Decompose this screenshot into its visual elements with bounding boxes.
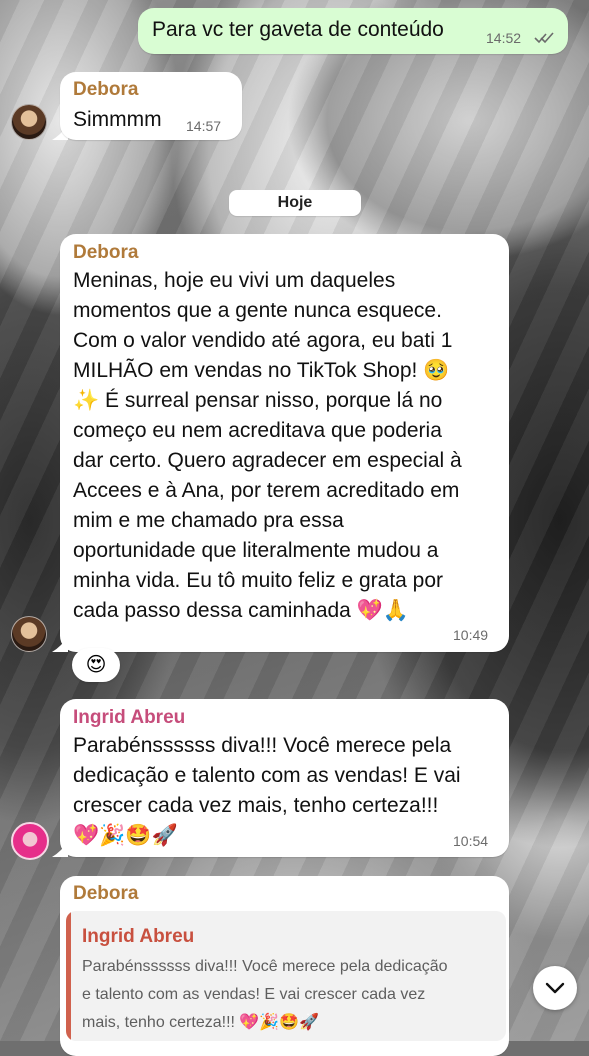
double-check-icon [534, 32, 554, 44]
message-line: crescer cada vez mais, tenho certeza!!! [73, 794, 439, 817]
message-line: Com o valor vendido até agora, eu bati 1 [73, 329, 453, 352]
message-text: Meninas, hoje eu vivi um daqueles moment… [73, 266, 503, 626]
sender-name[interactable]: Debora [73, 883, 138, 905]
message-line: Meninas, hoje eu vivi um daqueles [73, 269, 396, 292]
message-line: dedicação e talento com as vendas! E vai [73, 764, 461, 787]
message-line: MILHÃO em vendas no TikTok Shop! 🥹 [73, 359, 450, 382]
quote-text: Parabénssssss diva!!! Você merece pela d… [82, 953, 502, 1037]
ingrid-message[interactable]: Ingrid Abreu Parabénssssss diva!!! Você … [60, 699, 509, 857]
quote-line: e talento com as vendas! E vai crescer c… [82, 986, 426, 1003]
quote-accent-bar [66, 911, 71, 1041]
message-time: 10:49 [453, 627, 489, 643]
message-text: Para vc ter gaveta de conteúdo [152, 18, 444, 41]
message-line: minha vida. Eu tô muito feliz e grata po… [73, 569, 444, 592]
scroll-to-bottom-button[interactable] [533, 966, 577, 1010]
avatar-ingrid[interactable] [11, 822, 49, 860]
avatar-debora[interactable] [11, 104, 47, 140]
message-line: mim e me chamado pra essa [73, 509, 344, 532]
sender-name[interactable]: Debora [73, 79, 138, 101]
message-line: oportunidade que literalmente mudou a [73, 539, 439, 562]
reaction-badge[interactable]: 😍 [72, 648, 120, 682]
message-line: começo eu nem acreditava que poderia [73, 419, 442, 442]
message-text: Simmmm [73, 108, 162, 131]
message-line: cada passo dessa caminhada 💖🙏 [73, 599, 409, 622]
message-time: 10:54 [453, 833, 489, 849]
date-separator: Hoje [229, 190, 361, 216]
message-line: Accees e à Ana, por terem acreditado em [73, 479, 460, 502]
bubble-tail [52, 841, 68, 857]
bubble-tail [52, 636, 68, 652]
message-time: 14:57 [186, 118, 222, 134]
message-line: momentos que a gente nunca esquece. [73, 299, 442, 322]
quote-line: Parabénssssss diva!!! Você merece pela d… [82, 958, 448, 975]
sender-name[interactable]: Ingrid Abreu [73, 707, 185, 729]
message-time: 14:52 [486, 30, 522, 46]
debora-message-2[interactable]: Debora Meninas, hoje eu vivi um daqueles… [60, 234, 509, 652]
chevron-down-icon [545, 982, 565, 994]
sender-name[interactable]: Debora [73, 242, 138, 264]
quoted-message[interactable]: Ingrid Abreu Parabénssssss diva!!! Você … [66, 911, 506, 1041]
message-text: Parabénssssss diva!!! Você merece pela d… [73, 731, 503, 851]
avatar-debora[interactable] [11, 616, 47, 652]
quote-sender-name: Ingrid Abreu [82, 926, 195, 947]
message-line: 💖🎉🤩🚀 [73, 824, 178, 847]
message-line: ✨ É surreal pensar nisso, porque lá no [73, 389, 443, 412]
outgoing-message[interactable]: Para vc ter gaveta de conteúdo 14:52 [138, 8, 568, 54]
message-line: dar certo. Quero agradecer em especial à [73, 449, 462, 472]
message-line: Parabénssssss diva!!! Você merece pela [73, 734, 452, 757]
debora-message-1[interactable]: Debora Simmmm 14:57 [60, 72, 242, 140]
quote-line: mais, tenho certeza!!! 💖🎉🤩🚀 [82, 1014, 320, 1031]
